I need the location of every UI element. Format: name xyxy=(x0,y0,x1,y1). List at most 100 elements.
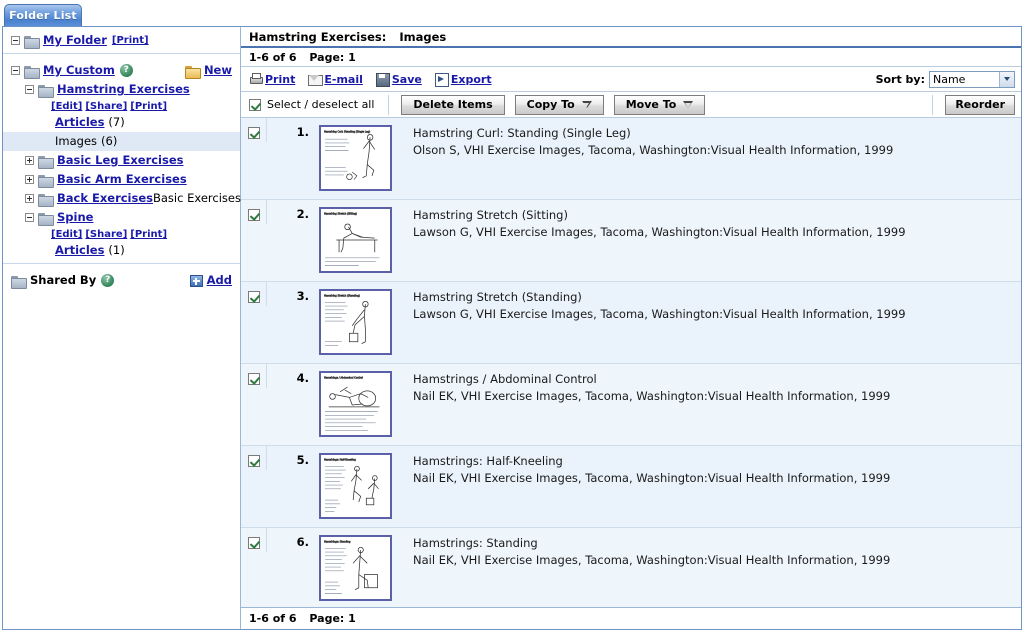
move-to-button[interactable]: Move To xyxy=(613,94,706,115)
exercise-thumbnail-image[interactable]: Hamstring Stretch (Standing) xyxy=(319,289,392,355)
back-exercises-link[interactable]: Back Exercises xyxy=(57,191,153,206)
row-checkbox[interactable] xyxy=(248,373,260,385)
exercise-thumbnail-image[interactable]: Hamstring Curl: Standing (Single Leg) xyxy=(319,125,392,191)
share-link[interactable]: [Share] xyxy=(85,227,127,242)
exercise-thumbnail-image[interactable]: Hamstring Stretch (Sitting) xyxy=(319,207,392,273)
select-all-label[interactable]: Select / deselect all xyxy=(267,98,374,111)
row-title[interactable]: Hamstrings: Standing xyxy=(413,536,1011,550)
email-label: E-mail xyxy=(324,72,363,86)
sidebar-item-basic-leg-exercises[interactable]: Basic Leg Exercises xyxy=(3,151,240,170)
collapse-toggle-icon[interactable] xyxy=(25,85,34,94)
svg-text:Hamstrings / Abdominal Control: Hamstrings / Abdominal Control xyxy=(324,377,363,380)
export-action[interactable]: Export xyxy=(434,72,492,87)
sort-by-label: Sort by: xyxy=(875,72,925,86)
tab-folder-list[interactable]: Folder List xyxy=(4,4,82,27)
exercise-thumbnail-image[interactable]: Hamstrings / Abdominal Control xyxy=(319,371,392,437)
articles-link[interactable]: Articles xyxy=(55,243,104,258)
row-checkbox[interactable] xyxy=(248,127,260,139)
exercise-thumbnail-image[interactable]: Hamstrings: Half-Kneeling xyxy=(319,453,392,519)
save-action[interactable]: Save xyxy=(375,73,422,87)
row-thumbnail-cell[interactable]: Hamstring Curl: Standing (Single Leg) xyxy=(313,118,399,199)
sidebar-item-hamstring-exercises[interactable]: Hamstring Exercises xyxy=(3,80,240,99)
basic-leg-exercises-link[interactable]: Basic Leg Exercises xyxy=(57,153,184,168)
row-checkbox[interactable] xyxy=(248,455,260,467)
sort-by-select[interactable]: Name xyxy=(929,70,1015,88)
copy-to-button[interactable]: Copy To xyxy=(514,94,604,115)
share-link[interactable]: [Share] xyxy=(85,99,127,114)
new-folder-action[interactable]: New xyxy=(184,63,232,79)
application-window: Folder List My Folder [Print] My Custom … xyxy=(0,0,1024,632)
select-all-checkbox[interactable] xyxy=(249,98,261,111)
row-title[interactable]: Hamstring Curl: Standing (Single Leg) xyxy=(413,126,1011,140)
row-checkbox-cell xyxy=(241,446,267,470)
email-action[interactable]: E-mail xyxy=(308,73,363,86)
images-label: Images xyxy=(55,134,98,148)
sidebar-item-spine-articles[interactable]: Articles (1) xyxy=(3,242,240,264)
help-icon[interactable]: ? xyxy=(101,274,115,287)
reorder-button[interactable]: Reorder xyxy=(945,94,1015,115)
table-row: 6. Hamstrings: Standing Hamstrings: Standi… xyxy=(241,528,1021,607)
table-row: 4. Hamstrings / Abdominal Control Hamstrin… xyxy=(241,364,1021,446)
my-folder-print-link[interactable]: [Print] xyxy=(112,33,149,48)
reorder-label: Reorder xyxy=(955,98,1005,111)
edit-link[interactable]: [Edit] xyxy=(51,99,82,114)
row-thumbnail-cell[interactable]: Hamstring Stretch (Sitting) xyxy=(313,200,399,281)
articles-link[interactable]: Articles xyxy=(55,115,104,130)
hamstring-exercises-link[interactable]: Hamstring Exercises xyxy=(57,82,190,97)
row-checkbox-cell xyxy=(241,364,267,388)
new-folder-link[interactable]: New xyxy=(204,63,232,78)
folder-icon xyxy=(24,35,40,49)
chevron-down-icon[interactable] xyxy=(999,71,1014,87)
expand-toggle-icon[interactable] xyxy=(25,156,34,165)
row-title[interactable]: Hamstrings / Abdominal Control xyxy=(413,372,1011,386)
my-custom-link[interactable]: My Custom xyxy=(43,63,115,78)
add-shared-action[interactable]: Add xyxy=(189,273,232,288)
add-link[interactable]: Add xyxy=(207,273,232,288)
print-link[interactable]: [Print] xyxy=(130,227,167,242)
row-title[interactable]: Hamstring Stretch (Sitting) xyxy=(413,208,1011,222)
divider xyxy=(932,94,934,115)
row-checkbox[interactable] xyxy=(248,291,260,303)
exercise-thumbnail-image[interactable]: Hamstrings: Standing xyxy=(319,535,392,601)
collapse-toggle-icon[interactable] xyxy=(11,66,20,75)
sidebar-item-spine[interactable]: Spine xyxy=(3,208,240,227)
row-checkbox-cell xyxy=(241,282,267,306)
page-text: Page: 1 xyxy=(309,51,356,64)
row-text-cell: Hamstrings / Abdominal Control Nail EK, V… xyxy=(399,364,1021,411)
row-checkbox[interactable] xyxy=(248,209,260,221)
print-action[interactable]: Print xyxy=(249,73,295,86)
basic-arm-exercises-link[interactable]: Basic Arm Exercises xyxy=(57,172,187,187)
sidebar-item-my-folder[interactable]: My Folder [Print] xyxy=(3,27,240,54)
help-icon[interactable]: ? xyxy=(119,64,133,77)
edit-link[interactable]: [Edit] xyxy=(51,227,82,242)
images-count: (6) xyxy=(101,134,118,148)
row-thumbnail-cell[interactable]: Hamstrings: Standing xyxy=(313,528,399,607)
sidebar-item-hamstring-images[interactable]: Images (6) xyxy=(3,132,240,151)
collapse-toggle-icon[interactable] xyxy=(11,36,20,45)
row-thumbnail-cell[interactable]: Hamstrings / Abdominal Control xyxy=(313,364,399,445)
chevron-down-icon xyxy=(683,101,694,108)
expand-toggle-icon[interactable] xyxy=(25,194,34,203)
sidebar-item-basic-arm-exercises[interactable]: Basic Arm Exercises xyxy=(3,170,240,189)
row-number: 1. xyxy=(296,125,309,139)
folder-sidebar: My Folder [Print] My Custom ? New Hamstr… xyxy=(3,27,241,629)
sidebar-item-hamstring-articles[interactable]: Articles (7) xyxy=(3,114,240,132)
row-thumbnail-cell[interactable]: Hamstring Stretch (Standing) xyxy=(313,282,399,363)
row-title[interactable]: Hamstring Stretch (Standing) xyxy=(413,290,1011,304)
row-thumbnail-cell[interactable]: Hamstrings: Half-Kneeling xyxy=(313,446,399,527)
row-title[interactable]: Hamstrings: Half-Kneeling xyxy=(413,454,1011,468)
export-label: Export xyxy=(450,72,492,86)
printer-icon xyxy=(249,73,263,85)
print-link[interactable]: [Print] xyxy=(130,99,167,114)
delete-items-button[interactable]: Delete Items xyxy=(401,94,505,115)
sidebar-item-shared-by[interactable]: Shared By ? Add xyxy=(3,271,240,290)
collapse-toggle-icon[interactable] xyxy=(25,213,34,222)
spine-link[interactable]: Spine xyxy=(57,210,93,225)
my-folder-link[interactable]: My Folder xyxy=(43,33,107,48)
row-checkbox[interactable] xyxy=(248,537,260,549)
row-citation: Olson S, VHI Exercise Images, Tacoma, Wa… xyxy=(413,143,894,157)
expand-toggle-icon[interactable] xyxy=(25,175,34,184)
sidebar-item-back-exercises[interactable]: Back Exercises Basic Exercises xyxy=(3,189,241,208)
sidebar-item-my-custom[interactable]: My Custom ? New xyxy=(3,61,240,80)
